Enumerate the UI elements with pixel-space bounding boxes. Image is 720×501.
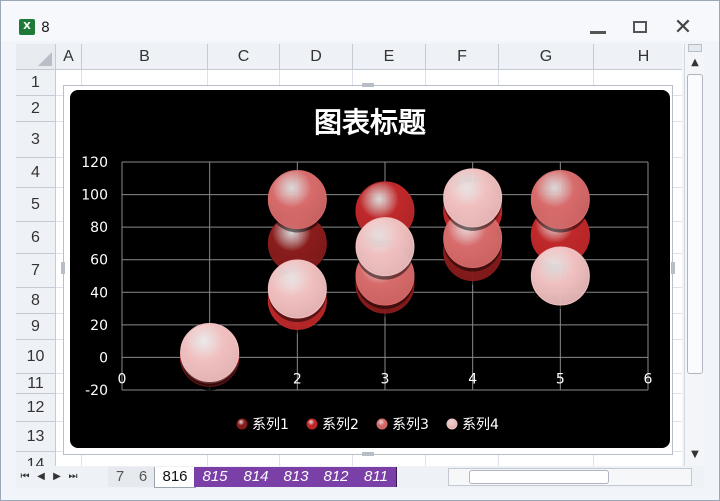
y-tick-label: 100: [81, 188, 108, 204]
y-tick-label: 0: [99, 350, 108, 366]
scroll-up-arrow-icon[interactable]: ▲: [685, 54, 705, 72]
chart-resize-handle-right[interactable]: [671, 262, 675, 274]
row-header-4[interactable]: 4: [16, 158, 56, 188]
vertical-scroll-thumb[interactable]: [687, 74, 703, 374]
scroll-down-arrow-icon[interactable]: ▼: [685, 446, 705, 464]
legend-marker: [306, 418, 318, 430]
row-header-7[interactable]: 7: [16, 254, 56, 288]
column-header-f[interactable]: F: [426, 44, 499, 70]
bubble-point[interactable]: [267, 259, 327, 319]
horizontal-scroll-thumb[interactable]: [469, 470, 609, 484]
y-tick-label: 120: [81, 155, 108, 171]
sheet-tab-7[interactable]: 7: [108, 467, 133, 487]
row-header-8[interactable]: 8: [16, 288, 56, 314]
prev-sheet-icon[interactable]: ◀: [34, 469, 48, 485]
x-tick-label: 2: [293, 371, 302, 387]
split-box[interactable]: [688, 44, 702, 52]
y-tick-label: 80: [90, 220, 108, 236]
excel-icon: X: [19, 19, 35, 35]
sheet-tab-bar: ⏮ ◀ ▶ ⏭ 7 6 816 815 814 813 812 811: [16, 466, 704, 488]
column-header-a[interactable]: A: [56, 44, 82, 70]
bubble-point[interactable]: [530, 246, 590, 306]
y-tick-label: 60: [90, 253, 108, 269]
y-tick-label: 20: [90, 318, 108, 334]
legend-label[interactable]: 系列1: [252, 417, 289, 433]
row-header-13[interactable]: 13: [16, 422, 56, 452]
close-button[interactable]: ✕: [671, 17, 695, 39]
legend-marker: [446, 418, 458, 430]
column-header-e[interactable]: E: [353, 44, 426, 70]
chart-resize-handle-top[interactable]: [362, 83, 374, 87]
row-header-12[interactable]: 12: [16, 394, 56, 422]
chart-resize-handle-bottom[interactable]: [362, 452, 374, 456]
x-tick-label: 3: [381, 371, 390, 387]
x-tick-label: 6: [644, 371, 653, 387]
y-tick-label: -20: [85, 383, 108, 399]
first-sheet-icon[interactable]: ⏮: [18, 469, 32, 485]
next-sheet-icon[interactable]: ▶: [50, 469, 64, 485]
column-header-b[interactable]: B: [82, 44, 208, 70]
bubble-point[interactable]: [530, 169, 590, 229]
column-header-g[interactable]: G: [499, 44, 594, 70]
legend-marker: [236, 418, 248, 430]
legend-label[interactable]: 系列2: [322, 417, 359, 433]
bubble-point[interactable]: [443, 168, 503, 228]
chart-title[interactable]: 图表标题: [314, 106, 426, 139]
sheet-tab-6[interactable]: 6: [132, 467, 155, 487]
vertical-scrollbar[interactable]: ▲ ▼: [684, 44, 705, 466]
sheet-tab-812[interactable]: 812: [316, 467, 357, 487]
x-tick-label: 5: [556, 371, 565, 387]
bubble-point[interactable]: [180, 323, 240, 383]
title-bar: X 8 ✕: [1, 1, 719, 41]
bubble-point[interactable]: [355, 217, 415, 277]
legend-label[interactable]: 系列3: [392, 417, 429, 433]
row-header-1[interactable]: 1: [16, 70, 56, 96]
row-header-10[interactable]: 10: [16, 340, 56, 374]
maximize-icon: [633, 21, 647, 33]
bubble-chart: 图表标题 -200204060801001200123456 系列1系列2系列3…: [81, 106, 653, 433]
legend-marker: [376, 418, 388, 430]
last-sheet-icon[interactable]: ⏭: [66, 469, 80, 485]
sheet-tab-811[interactable]: 811: [356, 467, 397, 487]
chart-area[interactable]: 图表标题 -200204060801001200123456 系列1系列2系列3…: [70, 90, 670, 448]
legend-label[interactable]: 系列4: [462, 417, 499, 433]
sheet-tab-815[interactable]: 815: [194, 467, 237, 487]
row-header-2[interactable]: 2: [16, 96, 56, 122]
row-header-6[interactable]: 6: [16, 222, 56, 254]
row-header-3[interactable]: 3: [16, 122, 56, 158]
row-header-14[interactable]: 14: [16, 452, 56, 466]
minimize-icon: [590, 31, 606, 34]
horizontal-scrollbar[interactable]: [448, 468, 692, 486]
x-tick-label: 4: [468, 371, 477, 387]
sheet-tab-814[interactable]: 814: [236, 467, 277, 487]
sheet-tab-813[interactable]: 813: [276, 467, 317, 487]
close-icon: ✕: [673, 15, 693, 40]
x-tick-label: 0: [118, 371, 127, 387]
select-all-corner[interactable]: [16, 44, 56, 70]
column-header-d[interactable]: D: [280, 44, 353, 70]
y-tick-label: 40: [90, 285, 108, 301]
window-title: 8: [41, 20, 50, 36]
column-header-c[interactable]: C: [208, 44, 280, 70]
column-header-h[interactable]: H: [594, 44, 682, 70]
sheet-tab-816[interactable]: 816: [154, 467, 196, 488]
row-header-9[interactable]: 9: [16, 314, 56, 340]
maximize-button[interactable]: [629, 17, 653, 39]
chart-resize-handle-left[interactable]: [61, 262, 65, 274]
row-header-11[interactable]: 11: [16, 374, 56, 394]
bubble-point[interactable]: [267, 169, 327, 229]
minimize-button[interactable]: [586, 17, 610, 39]
row-header-5[interactable]: 5: [16, 188, 56, 222]
